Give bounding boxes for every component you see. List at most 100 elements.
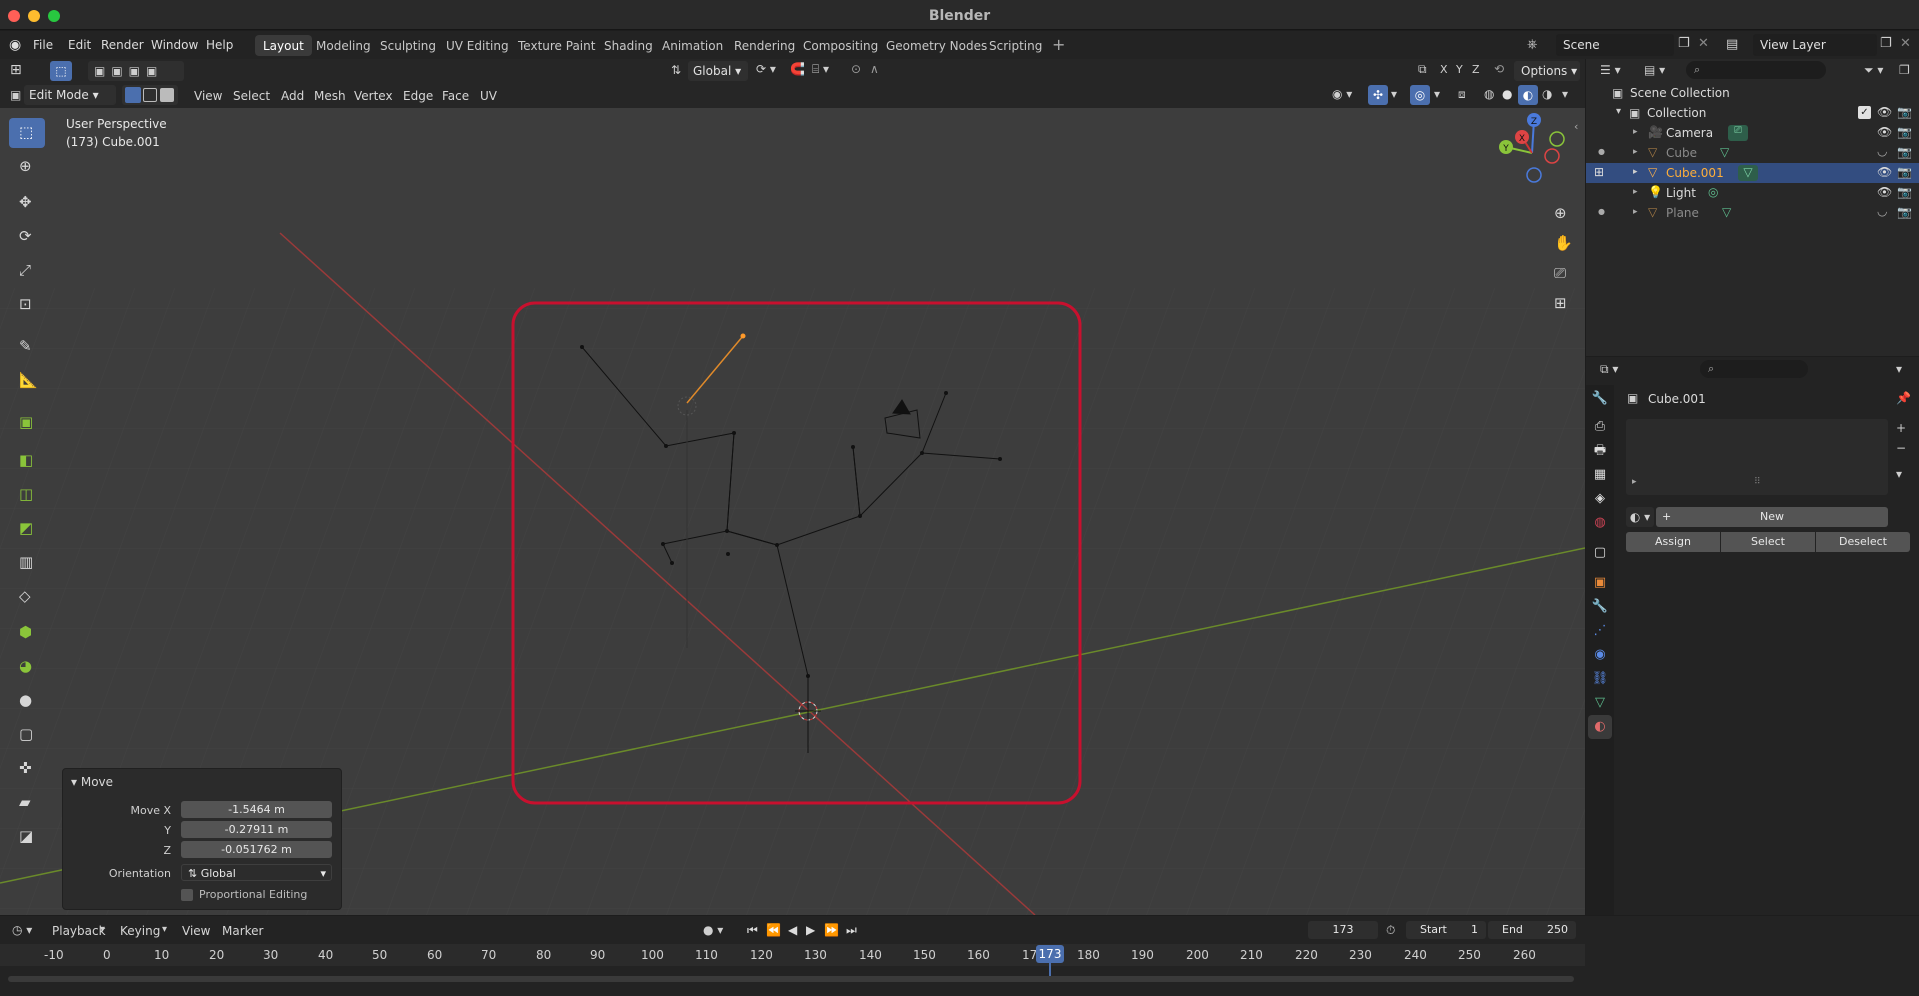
edit-mode-icon[interactable]: ⊞ bbox=[1594, 165, 1604, 179]
next-keyframe-icon[interactable]: ⏩ bbox=[824, 923, 839, 937]
scale-tool[interactable]: ⤢ bbox=[9, 256, 45, 286]
filter-icon[interactable]: ⏷ ▾ bbox=[1864, 63, 1883, 78]
menu-marker[interactable]: Marker bbox=[222, 924, 263, 938]
start-frame-field[interactable]: Start 1 bbox=[1406, 921, 1486, 939]
knife-tool[interactable]: ◇ bbox=[9, 582, 45, 612]
shear-tool[interactable]: ▰ bbox=[9, 788, 45, 818]
editor-type-icon[interactable]: ⊞ bbox=[10, 62, 22, 78]
mesh-data-icon[interactable]: ▽ bbox=[1720, 145, 1729, 159]
selection-mode-set[interactable]: ▣▣▣▣ bbox=[88, 61, 184, 81]
zoom-icon[interactable]: ⊕ bbox=[1554, 204, 1567, 222]
record-icon[interactable]: ● ▾ bbox=[703, 923, 723, 937]
expand-arrow-icon[interactable]: ▸ bbox=[1632, 477, 1637, 487]
eye-icon[interactable]: 👁 bbox=[1877, 125, 1892, 139]
expand-arrow-icon[interactable]: ▸ bbox=[1633, 187, 1638, 197]
camera-render-icon[interactable]: 📷 bbox=[1897, 105, 1912, 119]
eye-closed-icon[interactable]: ◡ bbox=[1877, 144, 1887, 158]
tab-animation[interactable]: Animation bbox=[654, 35, 731, 56]
slot-menu-icon[interactable]: ▾ bbox=[1896, 467, 1902, 481]
camera-render-icon[interactable]: 📷 bbox=[1897, 165, 1912, 179]
visibility-icon[interactable]: ◉ ▾ bbox=[1332, 87, 1352, 101]
annotate-tool[interactable]: ✎ bbox=[9, 332, 45, 362]
rendered-shading-icon[interactable]: ◑ bbox=[1542, 87, 1552, 101]
object-tab-icon[interactable]: ▣ bbox=[1588, 571, 1612, 595]
remove-slot-icon[interactable]: − bbox=[1896, 441, 1906, 455]
tab-uv-editing[interactable]: UV Editing bbox=[438, 35, 517, 56]
eye-icon[interactable]: 👁 bbox=[1877, 185, 1892, 199]
vertex-select-icon[interactable] bbox=[125, 87, 141, 103]
wireframe-shading-icon[interactable]: ◍ bbox=[1484, 87, 1494, 101]
pin-icon[interactable]: 📌 bbox=[1896, 391, 1911, 405]
tab-scripting[interactable]: Scripting bbox=[981, 35, 1050, 56]
pan-hand-icon[interactable]: ✋ bbox=[1554, 234, 1573, 252]
new-material-button[interactable]: + New bbox=[1656, 507, 1888, 527]
jump-start-icon[interactable]: ⏮ bbox=[747, 923, 758, 938]
outliner-collection[interactable]: ▾ ▣ Collection ✓ 👁 📷 bbox=[1586, 103, 1919, 123]
outliner-search-input[interactable]: ⌕ bbox=[1686, 61, 1826, 79]
sidebar-toggle-icon[interactable]: ‹ bbox=[1574, 120, 1578, 133]
material-tab-icon[interactable]: ◐ bbox=[1588, 715, 1612, 739]
delete-scene-icon[interactable]: ✕ bbox=[1698, 36, 1709, 51]
edge-slide-tool[interactable]: ▢ bbox=[9, 720, 45, 750]
scene-tab-icon[interactable]: ◈ bbox=[1588, 487, 1612, 511]
menu-file[interactable]: File bbox=[33, 38, 53, 52]
move-x-field[interactable]: -1.5464 m bbox=[181, 801, 332, 818]
proportional-editing-checkbox[interactable] bbox=[181, 889, 193, 901]
operator-panel-header[interactable]: ▾ Move bbox=[71, 775, 113, 789]
active-tool-select-box[interactable]: ⬚ bbox=[50, 61, 72, 81]
camera-render-icon[interactable]: 📷 bbox=[1897, 185, 1912, 199]
shrink-fatten-tool[interactable]: ✜ bbox=[9, 754, 45, 784]
auto-merge-icon[interactable]: ⟲ bbox=[1494, 62, 1504, 76]
expand-arrow-icon[interactable]: ▸ bbox=[1633, 147, 1638, 157]
outliner-item-plane[interactable]: ● ▸ ▽ Plane ▽ ◡ 📷 bbox=[1586, 203, 1919, 223]
frame-ruler[interactable]: -10 0 10 20 30 40 50 60 70 80 90 100 110… bbox=[0, 944, 1585, 977]
menu-help[interactable]: Help bbox=[206, 38, 233, 52]
output-tab-icon[interactable]: 🖶 bbox=[1588, 439, 1612, 463]
cursor-tool[interactable]: ⊕ bbox=[9, 152, 45, 182]
rip-region-tool[interactable]: ◪ bbox=[9, 822, 45, 852]
outliner-scene-collection[interactable]: ▣ Scene Collection bbox=[1586, 83, 1919, 103]
menu-render[interactable]: Render bbox=[101, 38, 144, 52]
render-tab-icon[interactable]: ⎙ bbox=[1588, 415, 1612, 439]
collection-tab-icon[interactable]: ▢ bbox=[1588, 541, 1612, 565]
ortho-toggle-icon[interactable]: ⊞ bbox=[1554, 294, 1567, 312]
menu-keying[interactable]: Keying bbox=[120, 924, 160, 938]
overlay-dropdown-icon[interactable]: ▾ bbox=[1434, 87, 1440, 101]
playhead-marker[interactable]: 173 bbox=[1036, 945, 1064, 963]
mesh-data-tab-icon[interactable]: ▽ bbox=[1588, 691, 1612, 715]
solid-shading-icon[interactable]: ● bbox=[1502, 87, 1512, 101]
outliner-item-light[interactable]: ▸ 💡 Light ◎ 👁 📷 bbox=[1586, 183, 1919, 203]
expand-arrow-icon[interactable]: ▾ bbox=[1616, 106, 1621, 117]
tab-geometry-nodes[interactable]: Geometry Nodes bbox=[878, 35, 995, 56]
navigation-gizmo[interactable]: Z Y X bbox=[1492, 113, 1572, 193]
inset-tool[interactable]: ◫ bbox=[9, 480, 45, 510]
outliner-item-camera[interactable]: ▸ 🎥 Camera ⎚ 👁 📷 bbox=[1586, 123, 1919, 143]
material-browse-button[interactable]: ◐ ▾ bbox=[1626, 507, 1654, 527]
menu-add[interactable]: Add bbox=[281, 89, 304, 103]
physics-tab-icon[interactable]: ◉ bbox=[1588, 643, 1612, 667]
end-frame-field[interactable]: End 250 bbox=[1488, 921, 1576, 939]
shading-dropdown-icon[interactable]: ▾ bbox=[1562, 87, 1568, 101]
overlay-toggle-icon[interactable]: ◎ bbox=[1410, 85, 1430, 105]
new-view-layer-icon[interactable]: ❐ bbox=[1880, 36, 1892, 51]
new-collection-icon[interactable]: ❐ bbox=[1899, 63, 1910, 77]
smooth-tool[interactable]: ● bbox=[9, 686, 45, 716]
bevel-tool[interactable]: ◩ bbox=[9, 514, 45, 544]
spin-tool[interactable]: ◕ bbox=[9, 652, 45, 682]
eye-icon[interactable]: 👁 bbox=[1877, 165, 1892, 179]
measure-tool[interactable]: 📐 bbox=[9, 366, 45, 396]
tab-shading[interactable]: Shading bbox=[596, 35, 661, 56]
eye-icon[interactable]: 👁 bbox=[1877, 105, 1892, 119]
xray-icon[interactable]: ⧈ bbox=[1458, 87, 1466, 102]
mirror-y-toggle[interactable]: Y bbox=[1456, 63, 1463, 76]
timeline-scrollbar[interactable] bbox=[8, 976, 1574, 982]
outliner-item-cube-001[interactable]: ⊞ ▸ ▽ Cube.001 ▽ 👁 📷 bbox=[1586, 163, 1919, 183]
expand-arrow-icon[interactable]: ▸ bbox=[1633, 207, 1638, 217]
select-box-tool[interactable]: ⬚ bbox=[9, 118, 45, 148]
display-mode-icon[interactable]: ▤ ▾ bbox=[1644, 63, 1665, 77]
add-workspace-button[interactable]: + bbox=[1052, 35, 1065, 54]
move-tool[interactable]: ✥ bbox=[9, 188, 45, 218]
view-layer-tab-icon[interactable]: ▦ bbox=[1588, 463, 1612, 487]
pivot-point-icon[interactable]: ⟳ ▾ bbox=[756, 62, 776, 76]
tab-texture-paint[interactable]: Texture Paint bbox=[510, 35, 603, 56]
